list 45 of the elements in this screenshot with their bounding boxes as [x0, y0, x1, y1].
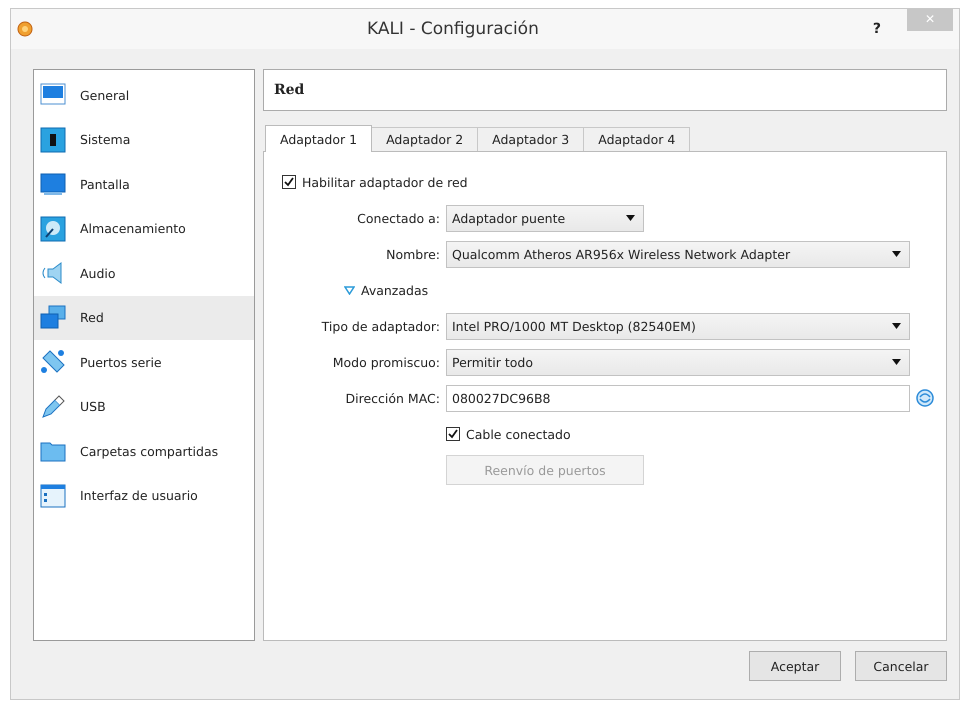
- page-title: Red: [274, 82, 304, 98]
- dropdown[interactable]: Adaptador puente: [446, 204, 644, 232]
- gear-icon: [17, 21, 33, 37]
- usb-plug-icon: [40, 394, 66, 420]
- input-field[interactable]: 080027DC96B8: [446, 384, 910, 412]
- caret-icon: [892, 323, 901, 329]
- sidebar-item[interactable]: Interfaz de usuario: [34, 474, 254, 518]
- sidebar-item[interactable]: Audio: [34, 251, 254, 296]
- window-title: KALI - Configuración: [366, 19, 540, 39]
- sidebar-item[interactable]: General: [34, 73, 254, 118]
- expand-triangle-icon[interactable]: [344, 286, 355, 294]
- caret-icon: [892, 359, 901, 365]
- field-label: Modo promiscuo:: [332, 354, 440, 370]
- sidebar-item[interactable]: Red: [34, 296, 254, 340]
- dropdown[interactable]: Qualcomm Atheros AR956x Wireless Network Adapter: [446, 240, 910, 268]
- network-icon: [40, 304, 66, 331]
- field-label: Dirección MAC:: [346, 390, 440, 406]
- dropdown[interactable]: Intel PRO/1000 MT Desktop (82540EM): [446, 312, 910, 340]
- section-toggle[interactable]: Avanzadas: [361, 282, 428, 298]
- help-button[interactable]: ?: [872, 21, 881, 37]
- sidebar-item[interactable]: USB: [34, 384, 254, 429]
- sidebar-item[interactable]: Puertos serie: [34, 340, 254, 384]
- refresh-icon[interactable]: [916, 389, 934, 407]
- caret-icon: [892, 251, 901, 257]
- chip-icon: [40, 126, 66, 153]
- monitor-icon: [40, 171, 66, 198]
- checkbox-label[interactable]: Habilitar adaptador de red: [302, 174, 468, 190]
- checkbox[interactable]: [446, 427, 460, 441]
- sidebar-item[interactable]: Carpetas compartidas: [34, 429, 254, 474]
- sidebar-item[interactable]: Almacenamiento: [34, 206, 254, 251]
- dialog-button[interactable]: Aceptar: [749, 651, 841, 681]
- caret-icon: [626, 215, 635, 221]
- connector-icon: [40, 349, 66, 376]
- field-label: Nombre:: [386, 246, 440, 262]
- sidebar-item[interactable]: Pantalla: [34, 162, 254, 206]
- window-icon: [40, 482, 66, 509]
- sidebar-item[interactable]: Sistema: [34, 118, 254, 162]
- dialog-button[interactable]: Cancelar: [855, 651, 947, 681]
- checkbox[interactable]: [282, 175, 296, 189]
- tab[interactable]: Adaptador 1: [265, 125, 372, 152]
- field-label: Tipo de adaptador:: [322, 318, 440, 334]
- checkbox-label[interactable]: Cable conectado: [466, 426, 571, 442]
- dropdown[interactable]: Permitir todo: [446, 348, 910, 376]
- field-label: Conectado a:: [357, 210, 440, 226]
- tab[interactable]: Adaptador 4: [583, 127, 690, 151]
